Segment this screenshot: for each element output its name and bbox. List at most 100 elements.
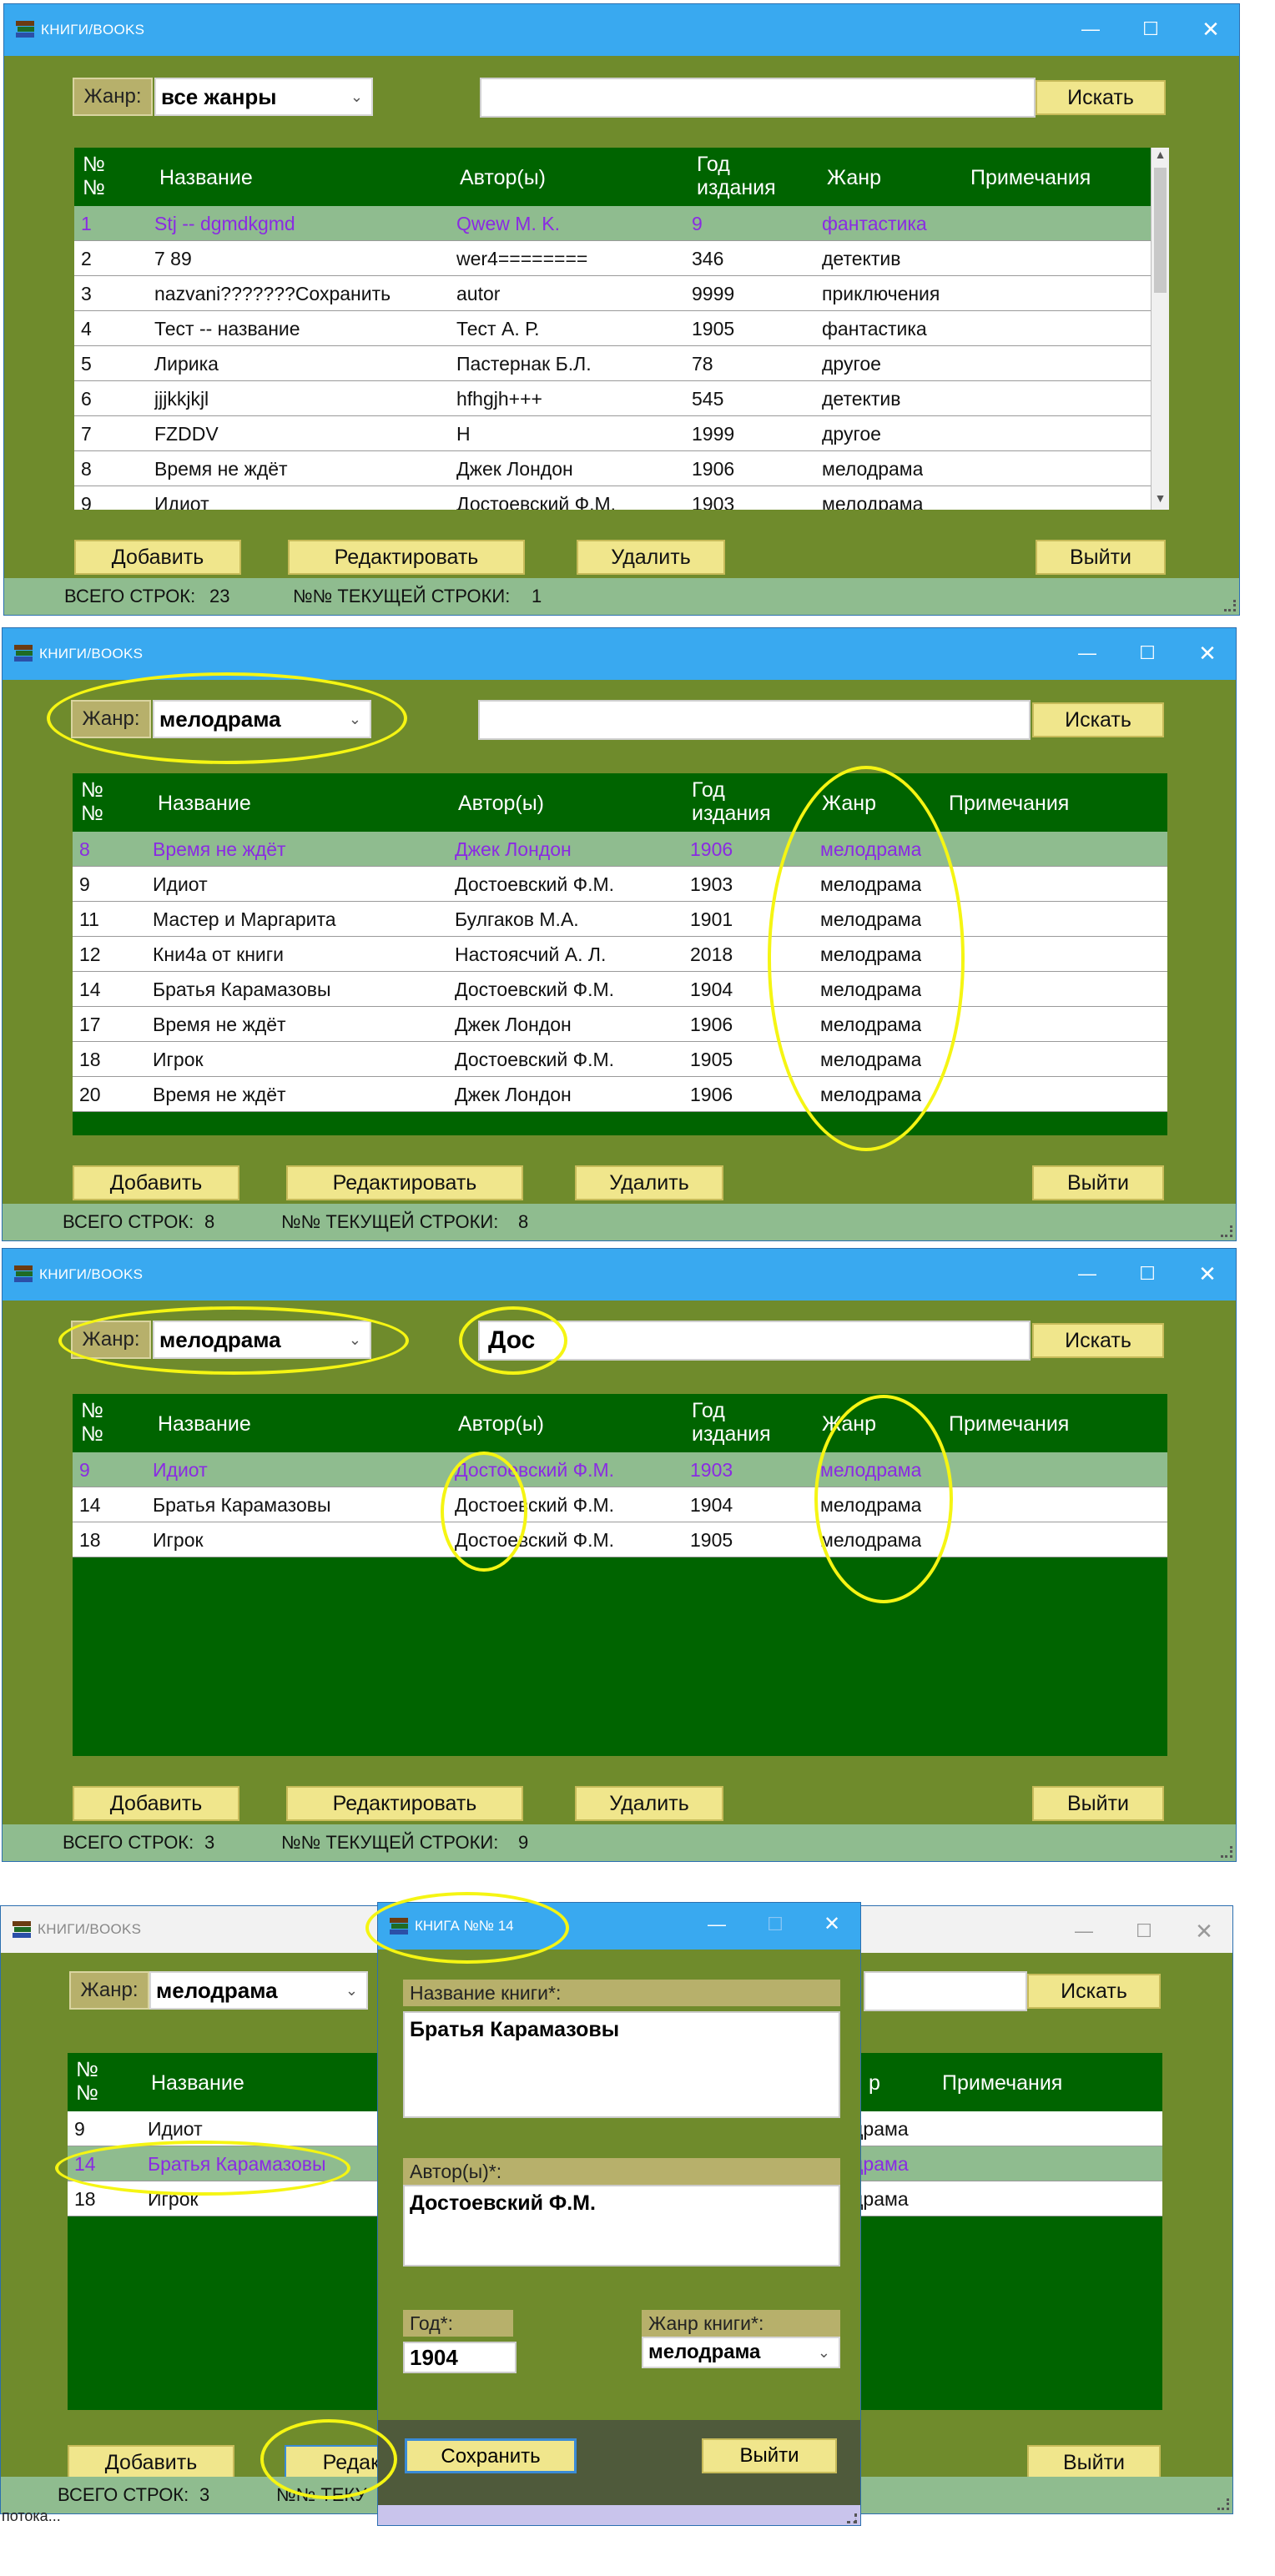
books-window-1: КНИГИ/BOOKS — ☐ ✕ Жанр: все жанры ⌄ Искат… [3, 3, 1240, 616]
resize-grip-icon[interactable] [847, 2513, 857, 2523]
book-name-field[interactable]: Братья Карамазовы [403, 2011, 840, 2118]
table-row[interactable]: 5 Лирика Пастернак Б.Л. 78 другое [74, 346, 1169, 381]
books-grid[interactable]: № № Название Автор(ы) Год издания Жанр П… [73, 773, 1167, 1135]
author-field[interactable]: Достоевский Ф.М. [403, 2185, 840, 2267]
close-icon[interactable]: ✕ [1192, 13, 1229, 46]
title-bar[interactable]: КНИГИ/BOOKS — ☐ ✕ [4, 4, 1239, 56]
add-button[interactable]: Добавить [74, 540, 241, 575]
table-cell: мелодрама [822, 493, 924, 510]
close-icon[interactable]: ✕ [1189, 1257, 1226, 1291]
table-cell: драма [852, 2118, 909, 2140]
edit-button[interactable]: Редактировать [286, 1786, 523, 1821]
minimize-icon[interactable]: — [1069, 1257, 1106, 1291]
table-cell: 14 [79, 1494, 101, 1516]
search-input[interactable] [864, 1971, 1027, 2011]
minimize-icon[interactable]: — [1072, 13, 1109, 46]
books-grid[interactable]: № № Название Автор(ы) Год издания Жанр П… [74, 148, 1169, 510]
table-row[interactable]: 9 Идиот Достоевский Ф.М. 1903 мелодрама [73, 867, 1167, 902]
add-button[interactable]: Добавить [68, 2445, 234, 2480]
table-cell: 1906 [690, 1014, 733, 1035]
search-input[interactable] [480, 78, 1036, 118]
table-cell: Пастернак Б.Л. [456, 353, 592, 375]
close-icon[interactable]: ✕ [1186, 1914, 1222, 1948]
close-icon[interactable]: ✕ [814, 1908, 850, 1941]
dialog-exit-button[interactable]: Выйти [702, 2438, 837, 2473]
table-row[interactable]: 4 Тест -- название Тест А. Р. 1905 фантастик… [74, 311, 1169, 346]
table-cell: Братья Карамазовы [153, 1494, 331, 1516]
add-button[interactable]: Добавить [73, 1165, 239, 1200]
table-row[interactable]: 2 7 89 wer4======== 346 детектив [74, 241, 1169, 276]
search-button[interactable]: Искать [1027, 1974, 1161, 2009]
scroll-thumb[interactable] [1154, 168, 1167, 293]
maximize-icon[interactable]: ☐ [1129, 636, 1166, 670]
table-cell: 78 [692, 353, 713, 375]
title-bar[interactable]: КНИГИ/BOOKS — ☐ ✕ [3, 628, 1236, 680]
delete-button[interactable]: Удалить [577, 540, 725, 575]
chevron-down-icon: ⌄ [350, 88, 363, 105]
maximize-icon[interactable]: ☐ [1126, 1914, 1162, 1948]
minimize-icon[interactable]: — [698, 1908, 735, 1941]
status-bar: ВСЕГО СТРОК: 8 №№ ТЕКУЩЕЙ СТРОКИ: 8 [3, 1204, 1236, 1240]
resize-grip-icon[interactable] [1221, 1225, 1232, 1237]
table-cell: 1903 [690, 1459, 733, 1481]
save-button[interactable]: Сохранить [405, 2438, 577, 2473]
genre-select-value: мелодрама [156, 1978, 278, 2003]
grid-header: № № Название Автор(ы) Год издания Жанр П… [74, 148, 1169, 206]
table-row[interactable]: 18 Игрок Достоевский Ф.М. 1905 мелодрама [73, 1042, 1167, 1077]
resize-grip-icon[interactable] [1221, 1846, 1232, 1858]
col-header-author: Автор(ы) [460, 166, 547, 189]
exit-button[interactable]: Выйти [1032, 1165, 1164, 1200]
grid-scrollbar[interactable]: ▲ ▼ [1151, 148, 1169, 510]
search-button[interactable]: Искать [1032, 1323, 1164, 1358]
minimize-icon[interactable]: — [1066, 1914, 1102, 1948]
maximize-icon[interactable]: ☐ [1132, 13, 1169, 46]
table-row[interactable]: 3 nazvani???????Сохранить autor 9999 приключ… [74, 276, 1169, 311]
year-field[interactable]: 1904 [403, 2342, 517, 2373]
edit-button[interactable]: Редактировать [288, 540, 525, 575]
scroll-up-icon[interactable]: ▲ [1152, 148, 1169, 166]
resize-grip-icon[interactable] [1224, 600, 1236, 611]
dialog-genre-select[interactable]: мелодрама ⌄ [642, 2337, 840, 2368]
table-row[interactable]: 7 FZDDV H 1999 другое [74, 416, 1169, 451]
col-header-author: Автор(ы) [458, 1412, 545, 1436]
books-grid[interactable]: № № Название Автор(ы) Год издания Жанр П… [73, 1394, 1167, 1756]
col-header-title: Название [158, 792, 251, 815]
highlight-genre-filter [47, 672, 407, 764]
genre-select[interactable]: мелодрама ⌄ [149, 1971, 368, 2010]
table-row[interactable]: 20 Время не ждёт Джек Лондон 1906 мелодрама [73, 1077, 1167, 1112]
resize-grip-icon[interactable] [1217, 2498, 1229, 2510]
title-bar[interactable]: КНИГИ/BOOKS — ☐ ✕ [3, 1249, 1236, 1301]
highlight-search-term [459, 1306, 567, 1375]
edit-button[interactable]: Редактировать [286, 1165, 523, 1200]
table-row[interactable]: 17 Время не ждёт Джек Лондон 1906 мелодрама [73, 1007, 1167, 1042]
table-row[interactable]: 11 Мастер и Маргарита Булгаков М.А. 1901 мел… [73, 902, 1167, 937]
maximize-icon[interactable]: ☐ [1129, 1257, 1166, 1291]
table-row[interactable]: 18 Игрок Достоевский Ф.М. 1905 мелодрама [73, 1522, 1167, 1557]
table-row[interactable]: 9 Идиот Достоевский Ф.М. 1903 мелодрама [73, 1452, 1167, 1487]
add-button[interactable]: Добавить [73, 1786, 239, 1821]
search-button[interactable]: Искать [1036, 80, 1166, 115]
table-row[interactable]: 8 Время не ждёт Джек Лондон 1906 мелодрама [74, 451, 1169, 486]
exit-button[interactable]: Выйти [1036, 540, 1166, 575]
table-row[interactable]: 14 Братья Карамазовы Достоевский Ф.М. 1904 м… [73, 972, 1167, 1007]
search-input[interactable] [478, 700, 1031, 740]
search-button[interactable]: Искать [1032, 702, 1164, 737]
exit-button[interactable]: Выйти [1032, 1786, 1164, 1821]
table-row[interactable]: 8 Время не ждёт Джек Лондон 1906 мелодрама [73, 832, 1167, 867]
table-cell: Джек Лондон [456, 458, 573, 480]
table-cell: Достоевский Ф.М. [455, 979, 615, 1000]
col-header-id: № № [81, 778, 103, 825]
genre-select[interactable]: все жанры ⌄ [154, 78, 373, 116]
table-row[interactable]: 9 Идиот Достоевский Ф.М. 1903 мелодрама [74, 486, 1169, 510]
close-icon[interactable]: ✕ [1189, 636, 1226, 670]
maximize-icon[interactable]: ☐ [757, 1908, 794, 1941]
exit-button[interactable]: Выйти [1027, 2445, 1161, 2480]
minimize-icon[interactable]: — [1069, 636, 1106, 670]
table-row[interactable]: 12 Кни4а от книги Настоясчий А. Л. 2018 мело… [73, 937, 1167, 972]
delete-button[interactable]: Удалить [575, 1786, 723, 1821]
delete-button[interactable]: Удалить [575, 1165, 723, 1200]
table-row[interactable]: 6 jjjkkjkjl hfhgjh+++ 545 детектив [74, 381, 1169, 416]
table-row[interactable]: 14 Братья Карамазовы Достоевский Ф.М. 1904 м… [73, 1487, 1167, 1522]
scroll-down-icon[interactable]: ▼ [1152, 491, 1169, 510]
table-row[interactable]: 1 Stj -- dgmdkgmd Qwew M. K. 9 фантастика [74, 206, 1169, 241]
